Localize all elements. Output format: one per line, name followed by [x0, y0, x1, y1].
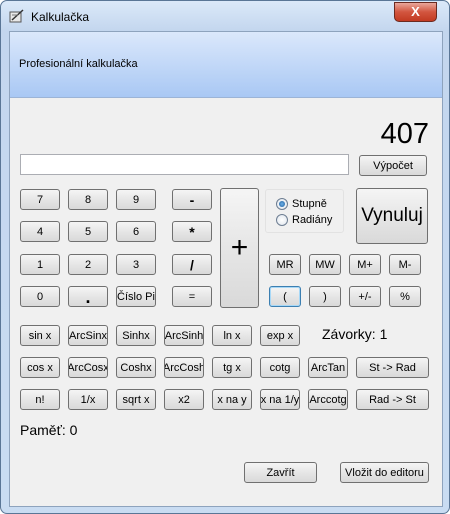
- degrees-label: Stupně: [292, 198, 327, 210]
- digit-7-button[interactable]: 7: [20, 189, 60, 210]
- memory-value: Paměť: 0: [20, 422, 78, 438]
- percent-button[interactable]: %: [389, 286, 421, 307]
- brackets-count: Závorky: 1: [322, 326, 388, 342]
- equals-button[interactable]: =: [172, 286, 212, 307]
- close-window-button[interactable]: X: [394, 2, 437, 22]
- memory-write-button[interactable]: MW: [309, 254, 341, 275]
- digit-9-button[interactable]: 9: [116, 189, 156, 210]
- digit-8-button[interactable]: 8: [68, 189, 108, 210]
- arccotg-button[interactable]: Arccotg: [308, 389, 348, 410]
- memory-minus-button[interactable]: M-: [389, 254, 421, 275]
- compute-button[interactable]: Výpočet: [359, 155, 427, 176]
- open-paren-button[interactable]: (: [269, 286, 301, 307]
- client-area: Profesionální kalkulačka 407 Výpočet 7 8…: [9, 31, 443, 507]
- power-button[interactable]: x na y: [212, 389, 252, 410]
- radians-label: Radiány: [292, 214, 333, 226]
- divide-button[interactable]: /: [172, 254, 212, 275]
- memory-recall-button[interactable]: MR: [269, 254, 301, 275]
- memory-plus-button[interactable]: M+: [349, 254, 381, 275]
- close-paren-button[interactable]: ): [309, 286, 341, 307]
- result-display: 407: [380, 118, 429, 150]
- close-button[interactable]: Zavřít: [244, 462, 317, 483]
- arccos-button[interactable]: ArcCosx: [68, 357, 108, 378]
- digit-3-button[interactable]: 3: [116, 254, 156, 275]
- multiply-button[interactable]: *: [172, 221, 212, 242]
- digit-6-button[interactable]: 6: [116, 221, 156, 242]
- degrees-option[interactable]: Stupně: [276, 198, 327, 210]
- angle-mode-group: Stupně Radiány: [265, 189, 344, 233]
- title-bar: Kalkulačka X: [1, 1, 449, 31]
- cos-button[interactable]: cos x: [20, 357, 60, 378]
- cotg-button[interactable]: cotg: [260, 357, 300, 378]
- calculator-window: Kalkulačka X Profesionální kalkulačka 40…: [0, 0, 450, 514]
- radians-radio[interactable]: [276, 214, 288, 226]
- minus-button[interactable]: -: [172, 189, 212, 210]
- decimal-point-button[interactable]: .: [68, 286, 108, 307]
- sqrt-button[interactable]: sqrt x: [116, 389, 156, 410]
- ln-button[interactable]: ln x: [212, 325, 252, 346]
- deg-to-rad-button[interactable]: St -> Rad: [356, 357, 429, 378]
- header-title: Profesionální kalkulačka: [19, 58, 138, 70]
- digit-4-button[interactable]: 4: [20, 221, 60, 242]
- reset-button[interactable]: Vynuluj: [356, 188, 428, 244]
- app-icon: [9, 9, 24, 23]
- cosh-button[interactable]: Coshx: [116, 357, 156, 378]
- pi-button[interactable]: Číslo Pi: [116, 286, 156, 307]
- root-button[interactable]: x na 1/y: [260, 389, 300, 410]
- arcsinh-button[interactable]: ArcSinh: [164, 325, 204, 346]
- expression-input[interactable]: [20, 154, 349, 175]
- radians-option[interactable]: Radiány: [276, 214, 332, 226]
- exp-button[interactable]: exp x: [260, 325, 300, 346]
- sign-button[interactable]: +/-: [349, 286, 381, 307]
- digit-1-button[interactable]: 1: [20, 254, 60, 275]
- digit-5-button[interactable]: 5: [68, 221, 108, 242]
- arctan-button[interactable]: ArcTan: [308, 357, 348, 378]
- tg-button[interactable]: tg x: [212, 357, 252, 378]
- digit-0-button[interactable]: 0: [20, 286, 60, 307]
- sinh-button[interactable]: Sinhx: [116, 325, 156, 346]
- sin-button[interactable]: sin x: [20, 325, 60, 346]
- window-title: Kalkulačka: [31, 10, 90, 24]
- degrees-radio[interactable]: [276, 198, 288, 210]
- square-button[interactable]: x2: [164, 389, 204, 410]
- plus-button[interactable]: +: [220, 188, 259, 308]
- header-banner: Profesionální kalkulačka: [10, 32, 442, 98]
- arccosh-button[interactable]: ArcCosh: [164, 357, 204, 378]
- digit-2-button[interactable]: 2: [68, 254, 108, 275]
- reciprocal-button[interactable]: 1/x: [68, 389, 108, 410]
- factorial-button[interactable]: n!: [20, 389, 60, 410]
- rad-to-deg-button[interactable]: Rad -> St: [356, 389, 429, 410]
- arcsin-button[interactable]: ArcSinx: [68, 325, 108, 346]
- insert-to-editor-button[interactable]: Vložit do editoru: [340, 462, 429, 483]
